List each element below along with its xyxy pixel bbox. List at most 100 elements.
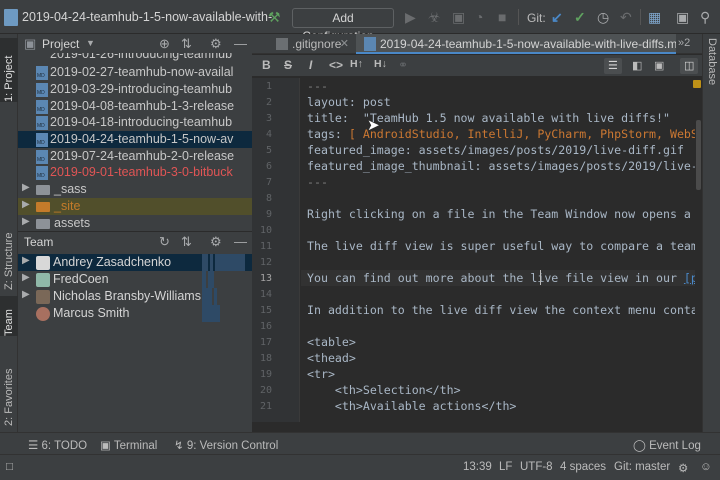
debug-icon[interactable]: ☣ <box>428 9 441 25</box>
indent-setting[interactable]: 4 spaces <box>560 461 606 473</box>
chevron-right-icon[interactable]: ▶ <box>22 272 30 283</box>
caret-position[interactable]: 13:39 <box>463 461 492 473</box>
line-number: 4 <box>265 129 272 140</box>
event-log-button[interactable]: ◯ Event Log <box>633 438 701 452</box>
editor-only-view-button[interactable]: ☰ <box>604 58 622 74</box>
line-number: 18 <box>259 353 272 364</box>
markdown-file-icon <box>364 37 376 51</box>
git-update-icon[interactable]: ↙ <box>551 9 563 25</box>
tab-structure[interactable]: Z: Structure <box>0 212 18 290</box>
file-encoding[interactable]: UTF-8 <box>520 461 553 473</box>
revert-icon[interactable]: ↶ <box>620 9 632 25</box>
tab-overflow[interactable]: »2 <box>678 37 690 49</box>
inspector-icon[interactable]: ☺ <box>700 461 712 473</box>
preview-only-button[interactable]: ▣ <box>650 58 668 74</box>
tab-markdown[interactable]: 2019-04-24-teamhub-1-5-now-available-wit… <box>356 34 676 54</box>
gear-icon[interactable]: ⚙ <box>210 234 222 250</box>
strikethrough-button[interactable]: S <box>284 58 292 72</box>
git-commit-icon[interactable]: ✓ <box>574 9 586 25</box>
line-number: 14 <box>259 289 272 300</box>
tool-windows-toggle-icon[interactable]: □ <box>6 461 13 473</box>
todo-tool-button[interactable]: ☰ 6: TODO <box>28 438 87 452</box>
hammer-icon[interactable]: ⚒ <box>268 9 281 25</box>
line-number: 5 <box>265 145 272 156</box>
split-view-button[interactable]: ◧ <box>628 58 646 74</box>
chevron-right-icon[interactable]: ▶ <box>22 182 30 193</box>
header-up-button[interactable]: H↑ <box>350 58 363 70</box>
layout-toggle-button[interactable]: ◫ <box>680 58 698 74</box>
folder-name: assets <box>54 216 91 230</box>
folder-item[interactable]: ▶ _sass <box>18 181 252 198</box>
italic-button[interactable]: I <box>309 58 312 72</box>
chevron-right-icon[interactable]: ▶ <box>22 199 30 210</box>
terminal-tool-button[interactable]: ▣ Terminal <box>100 438 157 452</box>
code-line: <thead> <box>307 351 356 365</box>
toolbar-separator <box>518 9 519 25</box>
project-panel-title[interactable]: Project <box>42 37 79 51</box>
file-item-untracked[interactable]: 2019-09-01-teamhub-3-0-bitbuck <box>18 164 252 181</box>
code-line: --- <box>307 175 328 189</box>
code-line: --- <box>307 79 328 93</box>
markdown-toolbar: B S I <> H↑ H↓ ⚭ link ☰ ◧ ▣ ◫ <box>252 55 702 77</box>
search-icon[interactable]: ⚲ <box>700 9 710 25</box>
locate-icon[interactable]: ⊕ <box>159 36 170 52</box>
tab-database[interactable]: Database <box>703 38 720 104</box>
file-item[interactable]: 2019-02-27-teamhub-now-availal <box>18 64 252 81</box>
avatar <box>36 256 50 270</box>
tab-label: .gitignore <box>292 37 342 51</box>
chevron-down-icon[interactable]: ▼ <box>86 38 95 48</box>
lock-icon[interactable]: ⚙ <box>678 461 688 475</box>
tab-gitignore[interactable]: .gitignore ✕ <box>268 34 354 54</box>
file-item[interactable]: 2019-07-24-teamhub-2-0-release <box>18 148 252 165</box>
chevron-right-icon[interactable]: ▶ <box>22 255 30 266</box>
collapse-all-icon[interactable]: ⇅ <box>181 36 192 52</box>
run-icon[interactable]: ▶ <box>405 9 416 25</box>
stop-icon[interactable]: ■ <box>498 9 506 25</box>
project-structure-icon[interactable]: ▦ <box>648 9 661 25</box>
tab-team[interactable]: Team <box>0 296 18 336</box>
member-name: Nicholas Bransby-Williams <box>53 289 201 303</box>
folder-item[interactable]: ▶ assets <box>18 215 252 232</box>
chevron-right-icon[interactable]: ▶ <box>22 289 30 300</box>
chevron-right-icon[interactable]: ▶ <box>22 216 30 227</box>
link-icon[interactable]: ⚭ <box>398 58 408 72</box>
bold-button[interactable]: B <box>262 58 271 72</box>
minimize-icon[interactable]: — <box>234 234 247 249</box>
team-panel-header: Team ↻ ⇅ ⚙ — <box>18 232 252 252</box>
tab-label: 2019-04-24-teamhub-1-5-now-available-wit… <box>380 37 676 51</box>
profile-icon[interactable]: ◔ <box>475 9 483 25</box>
collapse-all-icon[interactable]: ⇅ <box>181 234 192 250</box>
tab-favorites[interactable]: 2: Favorites <box>0 354 18 426</box>
coverage-icon[interactable]: ▣ <box>452 9 465 25</box>
file-item[interactable]: 2019-01-26-introducing-teamhub <box>18 53 252 63</box>
warning-indicator-icon[interactable] <box>693 80 701 88</box>
member-name: FredCoen <box>53 272 109 286</box>
gear-icon[interactable]: ⚙ <box>210 36 222 52</box>
project-panel: ▣ Project ▼ ⊕ ⇅ ⚙ — 2019-01-26-introduci… <box>18 34 252 231</box>
terminal-icon[interactable]: ▣ <box>676 9 689 25</box>
file-item-selected[interactable]: 2019-04-24-teamhub-1-5-now-av <box>18 131 252 148</box>
line-number: 10 <box>259 225 272 236</box>
code-button[interactable]: <> <box>329 58 343 72</box>
folder-item-excluded[interactable]: ▶ _site <box>18 198 252 215</box>
add-configuration-button[interactable]: Add Configuration... <box>292 8 394 43</box>
code-editor[interactable]: --- layout: post title: "TeamHub 1.5 now… <box>301 78 695 422</box>
line-separator[interactable]: LF <box>499 461 512 473</box>
file-item[interactable]: 2019-04-18-introducing-teamhub <box>18 114 252 131</box>
code-line: <tr> <box>307 367 335 381</box>
version-control-tool-button[interactable]: ↯ 9: Version Control <box>174 438 278 452</box>
scrollbar-thumb[interactable] <box>696 120 701 190</box>
git-branch[interactable]: Git: master <box>614 461 670 473</box>
header-down-button[interactable]: H↓ <box>374 58 387 70</box>
code-line: featured_image_thumbnail: assets/images/… <box>307 159 695 173</box>
file-item[interactable]: 2019-03-29-introducing-teamhub <box>18 81 252 98</box>
line-number: 16 <box>259 321 272 332</box>
history-icon[interactable]: ◷ <box>597 9 609 25</box>
line-number: 20 <box>259 385 272 396</box>
code-link[interactable]: [previous <box>684 271 695 285</box>
minimize-icon[interactable]: — <box>234 36 247 51</box>
close-icon[interactable]: ✕ <box>340 37 349 50</box>
refresh-icon[interactable]: ↻ <box>159 234 170 250</box>
file-item[interactable]: 2019-04-08-teamhub-1-3-release <box>18 98 252 115</box>
tab-project[interactable]: 1: Project <box>0 38 18 102</box>
